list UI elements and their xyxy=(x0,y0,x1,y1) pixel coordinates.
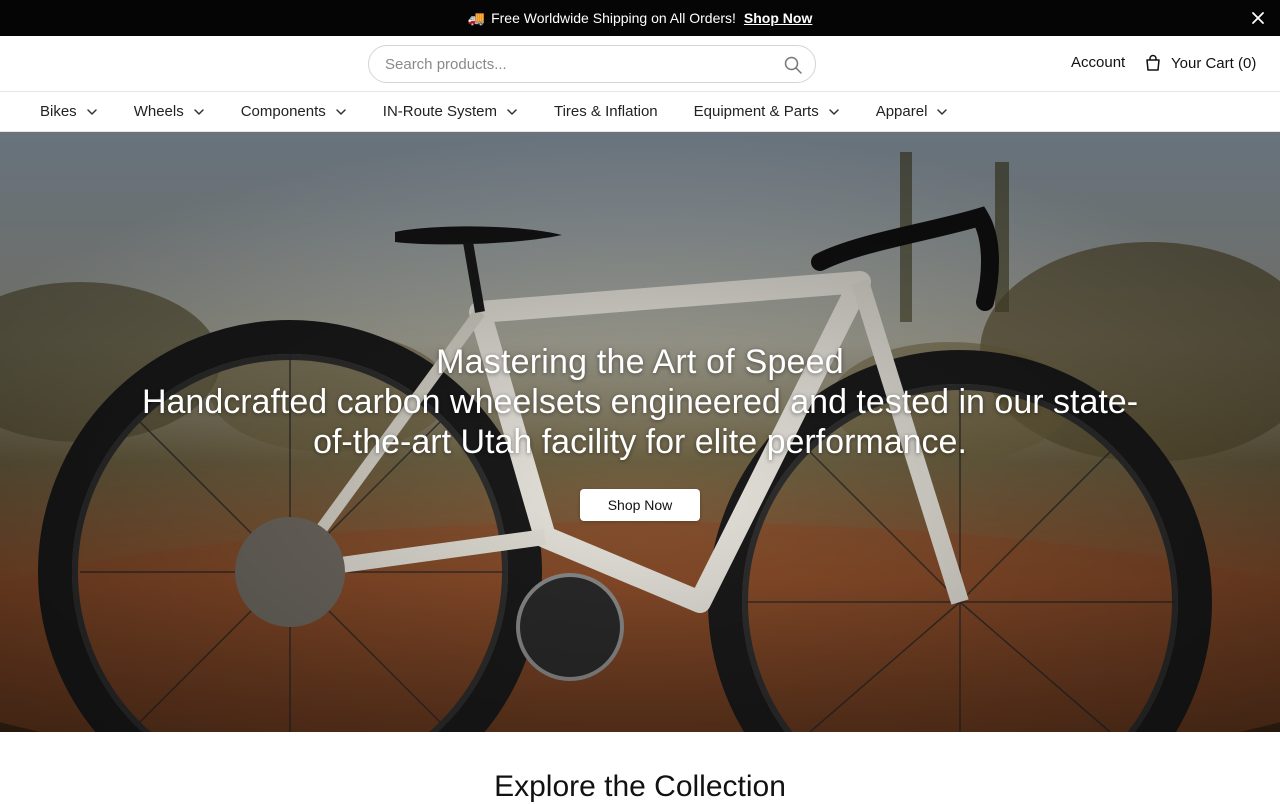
chevron-down-icon xyxy=(86,108,97,115)
account-link[interactable]: Account xyxy=(1071,54,1125,71)
nav-item-apparel[interactable]: Apparel xyxy=(876,103,949,120)
chevron-down-icon xyxy=(507,108,517,115)
cart-link[interactable]: Your Cart (0) xyxy=(1144,54,1256,72)
hero-banner: Mastering the Art of Speed Handcrafted c… xyxy=(0,132,1280,732)
search-bar xyxy=(368,45,816,83)
nav-item-label: Wheels xyxy=(133,103,184,120)
nav-item-components[interactable]: Components xyxy=(241,103,347,120)
cart-label: Your Cart (0) xyxy=(1171,54,1257,72)
nav-item-equipment-parts[interactable]: Equipment & Parts xyxy=(694,103,840,120)
announcement-text: Free Worldwide Shipping on All Orders! xyxy=(491,10,736,26)
hero-text: Mastering the Art of Speed Handcrafted c… xyxy=(0,342,1280,462)
section-heading: Explore the Collection xyxy=(494,770,786,803)
nav-item-label: IN-Route System xyxy=(382,103,497,120)
nav-item-tires-inflation[interactable]: Tires & Inflation xyxy=(554,103,658,120)
nav-item-label: Apparel xyxy=(875,103,928,120)
main-nav: Bikes Wheels Components IN-Route System … xyxy=(0,92,1280,132)
nav-item-label: Bikes xyxy=(40,103,77,120)
nav-item-label: Equipment & Parts xyxy=(693,103,819,120)
nav-item-label: Components xyxy=(240,103,326,120)
hero-subtitle: Handcrafted carbon wheelsets engineered … xyxy=(141,383,1139,461)
nav-item-bikes[interactable]: Bikes xyxy=(40,103,98,120)
chevron-down-icon xyxy=(828,108,839,115)
chevron-down-icon xyxy=(336,108,346,115)
announcement-shop-now-link[interactable]: Shop Now xyxy=(744,10,812,26)
site-header: Account Your Cart (0) xyxy=(0,36,1280,92)
hero-title: Mastering the Art of Speed xyxy=(436,343,844,381)
hero-shop-now-button[interactable]: Shop Now xyxy=(580,489,700,521)
truck-icon: 🚚 xyxy=(467,9,486,26)
announcement-bar: 🚚 Free Worldwide Shipping on All Orders!… xyxy=(0,0,1280,36)
nav-item-in-route-system[interactable]: IN-Route System xyxy=(383,103,518,120)
shopping-bag-icon xyxy=(1146,54,1160,71)
chevron-down-icon xyxy=(193,108,204,115)
search-input[interactable] xyxy=(385,46,775,82)
close-icon[interactable] xyxy=(1250,10,1266,26)
search-icon[interactable] xyxy=(783,55,803,75)
nav-item-label: Tires & Inflation xyxy=(553,103,658,120)
chevron-down-icon xyxy=(937,108,948,115)
nav-item-wheels[interactable]: Wheels xyxy=(134,103,205,120)
